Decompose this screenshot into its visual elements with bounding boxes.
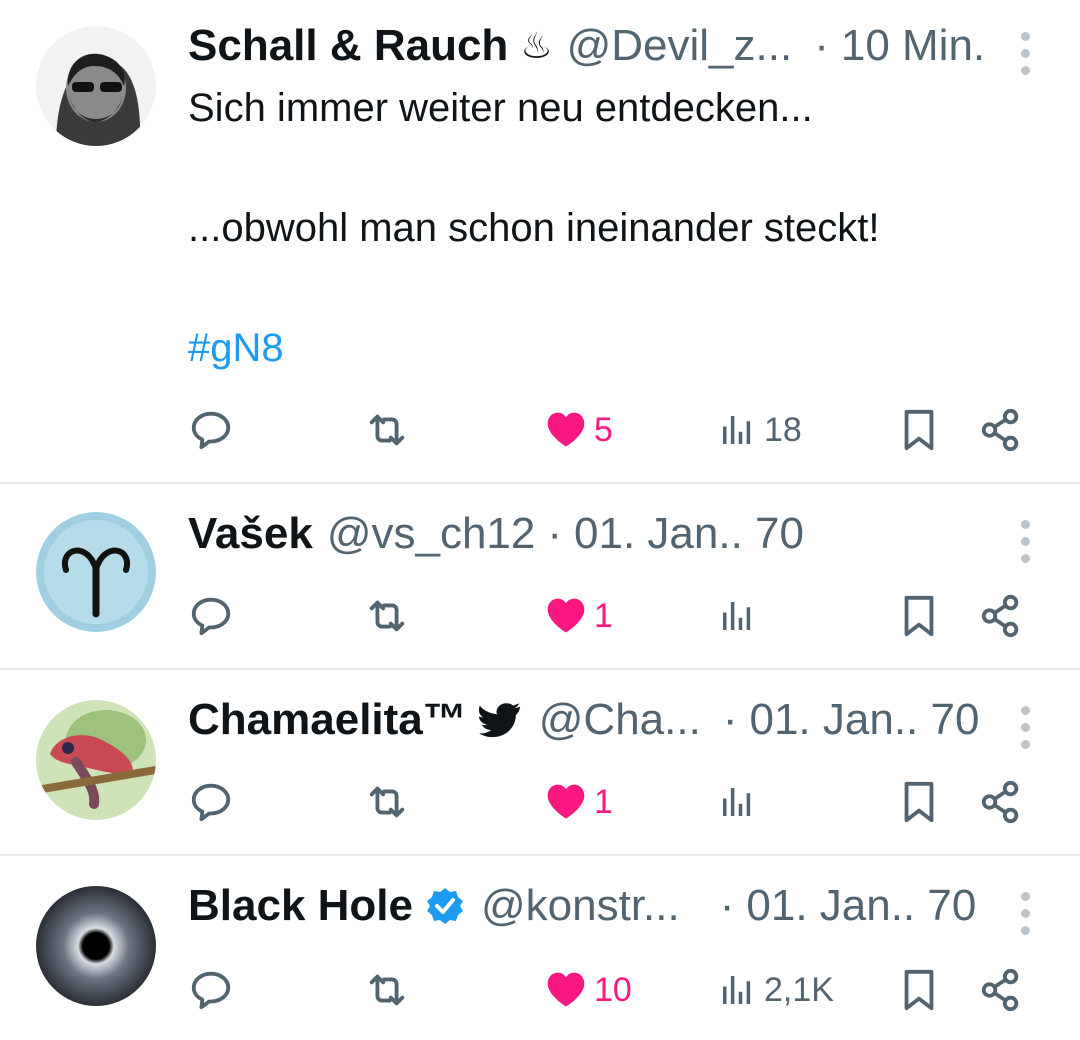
bird-icon [478, 702, 521, 738]
retweet-icon [364, 407, 410, 453]
views-button[interactable] [716, 772, 758, 832]
bookmark-button[interactable] [896, 400, 942, 460]
reply-button[interactable] [188, 586, 234, 646]
heart-icon [544, 594, 588, 638]
retweet-icon [364, 779, 410, 825]
bookmark-icon [896, 779, 942, 825]
bookmark-button[interactable] [896, 772, 942, 832]
tweet[interactable]: Chamaelita™ @Cha... · 01. Jan.. 70 1 [0, 670, 1080, 856]
separator-dot: · [547, 509, 563, 558]
retweet-button[interactable] [364, 586, 410, 646]
avatar[interactable] [36, 26, 156, 146]
tweet-actions: 5 18 [188, 400, 1028, 460]
user-handle[interactable]: @konstr... [481, 881, 680, 931]
user-handle[interactable]: @Cha... [539, 695, 701, 745]
more-options-icon[interactable] [1018, 520, 1032, 563]
bookmark-icon [896, 593, 942, 639]
reply-icon [188, 593, 234, 639]
user-handle[interactable]: @Devil_z... [567, 21, 793, 71]
share-button[interactable] [978, 772, 1024, 832]
view-count: 18 [764, 410, 802, 449]
views-icon [716, 409, 758, 451]
retweet-button[interactable] [364, 960, 410, 1020]
separator-dot: · [814, 21, 829, 70]
heart-icon [544, 408, 588, 452]
like-button[interactable]: 10 [544, 960, 632, 1020]
avatar[interactable] [36, 886, 156, 1006]
reply-icon [188, 407, 234, 453]
bookmark-button[interactable] [896, 960, 942, 1020]
tweet-header: Vašek @vs_ch12 · 01. Jan.. 70 [188, 504, 804, 564]
timestamp[interactable]: 10 Min. [841, 21, 985, 71]
share-button[interactable] [978, 586, 1024, 646]
retweet-button[interactable] [364, 400, 410, 460]
tweet-header: Black Hole @konstr... · 01. Jan.. 70 [188, 876, 976, 936]
more-options-icon[interactable] [1018, 32, 1032, 75]
separator-dot: · [722, 695, 738, 744]
reply-button[interactable] [188, 772, 234, 832]
like-button[interactable]: 1 [544, 772, 613, 832]
retweet-icon [364, 967, 410, 1013]
reply-button[interactable] [188, 960, 234, 1020]
tweet-header: Schall & Rauch ♨ @Devil_z... · 10 Min. [188, 16, 985, 76]
views-icon [716, 781, 758, 823]
tweet-actions: 1 [188, 772, 1028, 832]
views-button[interactable]: 2,1K [716, 960, 834, 1020]
share-button[interactable] [978, 960, 1024, 1020]
display-name[interactable]: Schall & Rauch [188, 21, 508, 71]
heart-icon [544, 968, 588, 1012]
share-icon [978, 593, 1024, 639]
share-icon [978, 967, 1024, 1013]
bookmark-icon [896, 967, 942, 1013]
user-handle[interactable]: @vs_ch12 [327, 509, 536, 559]
like-button[interactable]: 5 [544, 400, 613, 460]
share-icon [978, 407, 1024, 453]
avatar[interactable] [36, 700, 156, 820]
tweet[interactable]: Vašek @vs_ch12 · 01. Jan.. 70 1 [0, 484, 1080, 670]
views-button[interactable] [716, 586, 758, 646]
like-count: 1 [594, 782, 613, 821]
display-name[interactable]: Chamaelita™ [188, 695, 467, 745]
like-button[interactable]: 1 [544, 586, 613, 646]
retweet-button[interactable] [364, 772, 410, 832]
heart-icon [544, 780, 588, 824]
display-name[interactable]: Black Hole [188, 881, 413, 931]
tweet-actions: 1 [188, 586, 1028, 646]
view-count: 2,1K [764, 970, 834, 1009]
tweet-text-line: ...obwohl man schon ineinander steckt! [188, 206, 880, 250]
views-icon [716, 595, 758, 637]
bookmark-icon [896, 407, 942, 453]
like-count: 1 [594, 596, 613, 635]
views-button[interactable]: 18 [716, 400, 802, 460]
more-options-icon[interactable] [1018, 706, 1032, 749]
like-count: 10 [594, 970, 632, 1009]
like-count: 5 [594, 410, 613, 449]
hot-springs-emoji-icon: ♨ [520, 25, 553, 66]
tweet[interactable]: Black Hole @konstr... · 01. Jan.. 70 10 … [0, 856, 1080, 1040]
more-options-icon[interactable] [1018, 892, 1032, 935]
reply-icon [188, 967, 234, 1013]
reply-button[interactable] [188, 400, 234, 460]
views-icon [716, 969, 758, 1011]
hashtag-link[interactable]: #gN8 [188, 318, 880, 378]
tweet-header: Chamaelita™ @Cha... · 01. Jan.. 70 [188, 690, 979, 750]
tweet-actions: 10 2,1K [188, 960, 1028, 1020]
tweet[interactable]: Schall & Rauch ♨ @Devil_z... · 10 Min. S… [0, 0, 1080, 484]
avatar[interactable] [36, 512, 156, 632]
timestamp[interactable]: 01. Jan.. 70 [746, 881, 976, 931]
share-button[interactable] [978, 400, 1024, 460]
verified-badge-icon [425, 886, 465, 926]
bookmark-button[interactable] [896, 586, 942, 646]
separator-dot: · [719, 881, 735, 930]
timestamp[interactable]: 01. Jan.. 70 [574, 509, 804, 559]
reply-icon [188, 779, 234, 825]
tweet-text: Sich immer weiter neu entdecken... ...ob… [188, 78, 880, 378]
share-icon [978, 779, 1024, 825]
tweet-text-line: Sich immer weiter neu entdecken... [188, 86, 813, 130]
timestamp[interactable]: 01. Jan.. 70 [749, 695, 979, 745]
display-name[interactable]: Vašek [188, 509, 313, 559]
retweet-icon [364, 593, 410, 639]
